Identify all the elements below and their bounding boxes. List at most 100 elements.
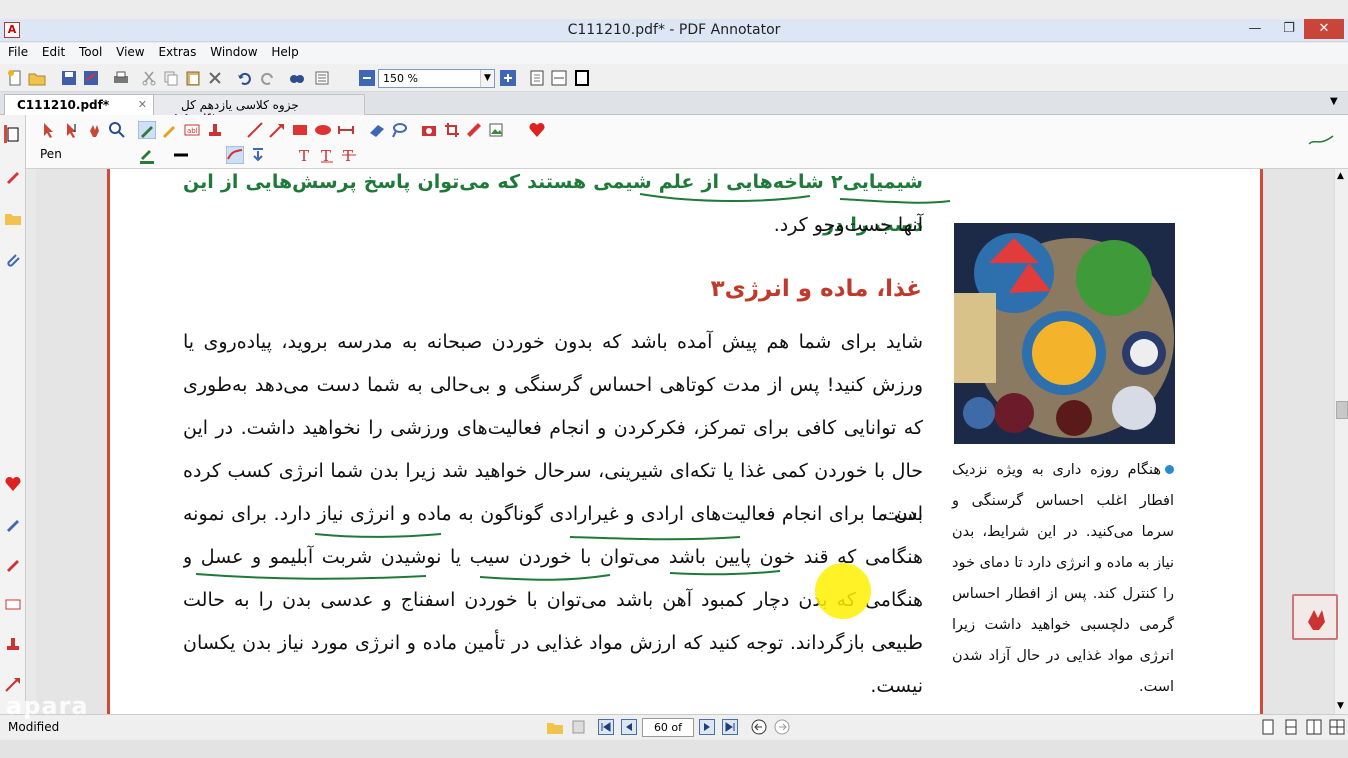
attachment-icon[interactable] [4, 251, 22, 269]
stamp-side-icon[interactable] [4, 635, 22, 653]
undo-icon[interactable] [236, 69, 254, 87]
next-page-button[interactable] [699, 719, 715, 735]
camera-icon[interactable] [420, 121, 438, 139]
page-icon[interactable] [4, 125, 22, 143]
highlighter-icon[interactable] [160, 121, 178, 139]
favorites-heart-icon[interactable] [528, 121, 546, 139]
menu-tool[interactable]: Tool [74, 43, 107, 61]
ellipse-tool-icon[interactable] [314, 121, 332, 139]
fit-page-icon[interactable] [528, 69, 546, 87]
highlighter-side-icon[interactable] [4, 515, 22, 533]
maximize-button[interactable]: ❐ [1274, 19, 1304, 39]
close-tab-icon[interactable]: ✕ [138, 98, 147, 111]
print-icon[interactable] [112, 69, 130, 87]
minimize-button[interactable]: — [1240, 19, 1270, 39]
annotation-toolbar: abl Pen T T T [0, 115, 1348, 169]
new-document-icon[interactable] [6, 69, 24, 87]
delete-icon[interactable] [206, 69, 224, 87]
pen-tool-icon[interactable] [138, 121, 156, 139]
menu-edit[interactable]: Edit [37, 43, 70, 61]
page-number-field[interactable]: 60 of 136 [642, 718, 694, 751]
folder-side-icon[interactable] [4, 209, 22, 227]
line-tool-icon[interactable] [246, 121, 264, 139]
paste-icon[interactable] [184, 69, 202, 87]
cut-icon[interactable] [140, 69, 158, 87]
select-arrow-icon[interactable] [40, 121, 58, 139]
current-tool-label: Pen [40, 147, 62, 161]
arrow-tool-icon[interactable] [268, 121, 286, 139]
select-text-icon[interactable] [63, 121, 81, 139]
page-margin-left [36, 169, 110, 714]
back-icon[interactable] [751, 719, 767, 735]
menu-extras[interactable]: Extras [153, 43, 201, 61]
rectangle-tool-icon[interactable] [291, 121, 309, 139]
status-bar: Modified 60 of 136 [0, 714, 1348, 751]
crop-icon[interactable] [443, 121, 461, 139]
save-as-icon[interactable] [82, 69, 100, 87]
zoom-in-icon[interactable] [499, 69, 517, 87]
textbox-side-icon[interactable] [4, 595, 22, 613]
sidebar-splitter[interactable] [26, 169, 36, 714]
save-icon[interactable] [60, 69, 78, 87]
fullscreen-icon[interactable] [573, 69, 591, 87]
marker-side-icon[interactable] [4, 555, 22, 573]
scroll-down-icon[interactable]: ▼ [1337, 701, 1344, 711]
pages-status-icon[interactable] [570, 718, 588, 736]
smooth-stroke-icon[interactable] [226, 146, 244, 164]
line-width-icon[interactable] [172, 146, 190, 164]
hand-tool-icon[interactable] [86, 121, 104, 139]
insert-image-icon[interactable] [488, 121, 506, 139]
last-page-button[interactable] [722, 719, 738, 735]
lasso-icon[interactable] [390, 121, 408, 139]
text-italic-icon[interactable]: T [318, 146, 336, 164]
arrow-side-icon[interactable] [4, 675, 22, 693]
menu-view[interactable]: View [111, 43, 149, 61]
scroll-up-icon[interactable]: ▲ [1337, 171, 1344, 181]
redo-icon[interactable] [258, 69, 276, 87]
eraser-icon[interactable] [368, 121, 386, 139]
previous-page-button[interactable] [621, 719, 637, 735]
svg-text:T: T [321, 147, 331, 164]
tab-list-chevron-icon[interactable]: ▼ [1330, 96, 1338, 107]
ink-preview-icon[interactable] [1306, 128, 1336, 150]
stamp-icon[interactable] [206, 121, 224, 139]
next-page-icon [704, 723, 710, 731]
pen-side-icon[interactable] [4, 167, 22, 185]
scroll-thumb[interactable] [1336, 401, 1348, 419]
measure-tool-icon[interactable] [337, 121, 355, 139]
first-page-button[interactable] [598, 719, 614, 735]
menu-help[interactable]: Help [266, 43, 303, 61]
two-page-view-icon[interactable] [1306, 719, 1322, 735]
snap-icon[interactable] [249, 146, 267, 164]
menu-file[interactable]: File [3, 43, 33, 61]
tab-jozve[interactable]: جزوه کلاسی یازدهم کل کتاب.pdf* [150, 94, 365, 126]
forward-icon[interactable] [774, 719, 790, 735]
hand-floating-button[interactable] [1292, 594, 1338, 640]
fit-width-icon[interactable] [550, 69, 568, 87]
chevron-down-icon[interactable]: ▼ [480, 70, 494, 87]
favorites-side-icon[interactable] [4, 475, 22, 493]
tab-c111210[interactable]: C111210.pdf* ✕ [4, 94, 154, 115]
ruler-icon[interactable] [465, 121, 483, 139]
open-folder-status-icon[interactable] [546, 718, 564, 736]
single-page-view-icon[interactable] [1260, 719, 1276, 735]
pdf-page[interactable]: شیمیایی۲ شاخه‌هایی از علم شیمی هستند که … [110, 169, 1260, 714]
grid-view-icon[interactable] [1329, 719, 1345, 735]
text-box-icon[interactable]: abl [183, 121, 201, 139]
zoom-select[interactable]: 150 % ▼ [378, 69, 495, 88]
watermark-text: apara [6, 692, 89, 720]
zoom-out-icon[interactable] [358, 69, 376, 87]
text-strike-icon[interactable]: T [340, 146, 358, 164]
text-bold-icon[interactable]: T [296, 146, 314, 164]
pen-color-icon[interactable] [138, 146, 156, 164]
pen-cursor-highlight [815, 563, 871, 619]
continuous-view-icon[interactable] [1283, 719, 1299, 735]
zoom-tool-icon[interactable] [108, 121, 126, 139]
menu-window[interactable]: Window [205, 43, 262, 61]
find-icon[interactable] [288, 69, 306, 87]
open-folder-icon[interactable] [28, 69, 46, 87]
thumbnails-icon[interactable] [314, 69, 332, 87]
copy-icon[interactable] [162, 69, 180, 87]
document-viewer[interactable]: شیمیایی۲ شاخه‌هایی از علم شیمی هستند که … [36, 169, 1334, 714]
close-button[interactable]: ✕ [1304, 19, 1344, 39]
